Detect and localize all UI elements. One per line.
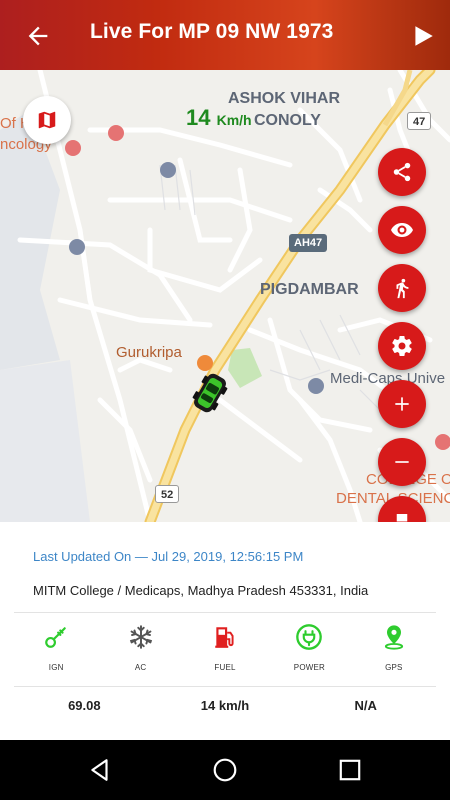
flag-icon bbox=[396, 514, 408, 522]
map-icon bbox=[38, 111, 56, 129]
last-updated-text: Last Updated On — Jul 29, 2019, 12:56:15… bbox=[33, 549, 304, 564]
status-indicators: IGN AC FUEL POWER GPS bbox=[14, 614, 436, 684]
address-text: MITM College / Medicaps, Madhya Pradesh … bbox=[33, 583, 369, 598]
key-icon bbox=[45, 627, 66, 648]
vehicle-marker-icon[interactable] bbox=[190, 370, 230, 416]
stat-odometer: 69.08 bbox=[68, 698, 101, 713]
status-label: POWER bbox=[293, 663, 326, 672]
plus-icon bbox=[395, 397, 409, 411]
status-fuel: FUEL bbox=[183, 614, 267, 684]
status-ign: IGN bbox=[14, 614, 98, 684]
map-view[interactable]: 14 Km/h ASHOK VIHAR CONOLY PIGDAMBAR Gur… bbox=[0, 70, 450, 522]
walking-person-icon bbox=[396, 278, 409, 299]
walk-button[interactable] bbox=[378, 264, 426, 312]
status-label: FUEL bbox=[214, 663, 236, 672]
details-panel: Last Updated On — Jul 29, 2019, 12:56:15… bbox=[0, 522, 450, 740]
divider-bottom bbox=[14, 686, 436, 687]
eye-icon bbox=[391, 223, 413, 237]
zoom-out-button[interactable] bbox=[378, 438, 426, 486]
view-button[interactable] bbox=[378, 206, 426, 254]
stats-row: 69.08 14 km/h N/A bbox=[14, 698, 436, 728]
road-shield-ah47: AH47 bbox=[289, 234, 328, 252]
status-label: GPS bbox=[385, 663, 403, 672]
map-label-gurukripa: Gurukripa bbox=[116, 344, 182, 361]
map-label-ashok-vihar: ASHOK VIHAR bbox=[228, 90, 341, 107]
gps-pin-icon bbox=[384, 625, 403, 650]
speed-value: 14 bbox=[186, 105, 211, 130]
share-button[interactable] bbox=[378, 148, 426, 196]
power-plug-icon bbox=[296, 624, 323, 650]
speed-unit: Km/h bbox=[216, 112, 252, 128]
stat-speed: 14 km/h bbox=[200, 698, 250, 713]
settings-button[interactable] bbox=[378, 322, 426, 370]
page-title: Live For MP 09 NW 1973 bbox=[90, 20, 334, 43]
status-label: AC bbox=[134, 663, 147, 672]
zoom-in-button[interactable] bbox=[378, 380, 426, 428]
map-label-pigdambar: PIGDAMBAR bbox=[260, 281, 359, 298]
snowflake-icon bbox=[129, 625, 152, 649]
share-icon bbox=[393, 162, 411, 182]
nav-home-icon[interactable] bbox=[212, 757, 238, 783]
system-nav-bar bbox=[0, 740, 450, 800]
minus-icon bbox=[395, 461, 409, 463]
gear-icon bbox=[392, 336, 412, 357]
back-arrow-icon[interactable] bbox=[24, 22, 52, 50]
nav-recents-icon[interactable] bbox=[337, 757, 363, 783]
stat-extra: N/A bbox=[354, 698, 377, 713]
status-ac: AC bbox=[98, 614, 182, 684]
status-label: IGN bbox=[48, 663, 64, 672]
status-power: POWER bbox=[267, 614, 351, 684]
speed-overlay: 14 Km/h bbox=[186, 105, 252, 131]
map-layer-button[interactable] bbox=[23, 96, 71, 144]
fuel-pump-icon bbox=[215, 627, 234, 648]
nav-back-icon[interactable] bbox=[87, 757, 113, 783]
app-bar: Live For MP 09 NW 1973 bbox=[0, 0, 450, 70]
play-icon[interactable] bbox=[410, 22, 436, 50]
road-shield-47: 47 bbox=[407, 112, 432, 130]
map-label-conoly: CONOLY bbox=[254, 112, 321, 129]
divider-top bbox=[14, 612, 436, 613]
status-gps: GPS bbox=[352, 614, 436, 684]
road-shield-52: 52 bbox=[155, 485, 180, 503]
